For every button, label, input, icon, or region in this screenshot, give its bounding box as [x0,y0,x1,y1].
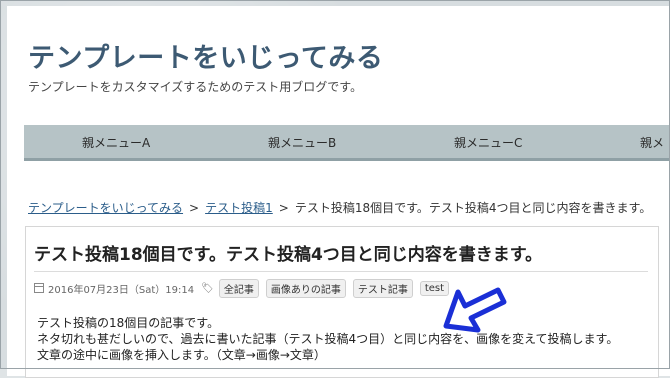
screenshot-border [0,0,670,369]
